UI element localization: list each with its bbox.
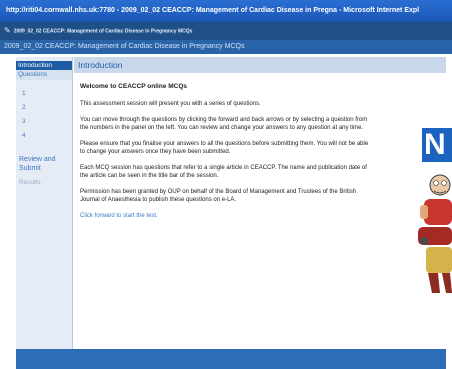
start-test-link[interactable]: Click forward to start the test. <box>80 212 370 220</box>
page-favicon-icon: ✎ <box>4 26 11 35</box>
intro-paragraph: Please ensure that you finalise your ans… <box>80 141 369 155</box>
cartoon-figure-icon <box>418 174 452 293</box>
sidebar: Introduction Questions 1 2 3 4 Review an… <box>16 57 73 349</box>
sidebar-question-4[interactable]: 4 <box>22 132 26 139</box>
intro-paragraph: This assessment session will present you… <box>80 101 261 107</box>
sidebar-questions-label: Questions <box>16 70 72 80</box>
status-bar <box>16 349 446 369</box>
intro-paragraph: You can move through the questions by cl… <box>80 117 368 131</box>
welcome-heading: Welcome to CEACCP online MCQs <box>80 83 188 90</box>
sidebar-results: Results <box>19 179 41 186</box>
sidebar-question-1[interactable]: 1 <box>22 90 26 97</box>
intro-text: Welcome to CEACCP online MCQs This asses… <box>80 83 370 228</box>
browser-tab[interactable]: ✎ 2009_02_02 CEACCP: Management of Cardia… <box>0 22 452 40</box>
page-subtitle: 2009_02_02 CEACCP: Management of Cardiac… <box>0 40 452 54</box>
banner-letter: N <box>422 128 452 162</box>
tab-label: 2009_02_02 CEACCP: Management of Cardiac… <box>13 28 193 35</box>
intro-paragraph: Each MCQ session has questions that refe… <box>80 165 367 179</box>
main-content: Welcome to CEACCP online MCQs This asses… <box>74 73 446 349</box>
page-title: Introduction <box>74 57 446 73</box>
sidebar-question-3[interactable]: 3 <box>22 118 26 125</box>
sidebar-item-introduction[interactable]: Introduction <box>16 61 72 70</box>
left-margin <box>0 54 16 369</box>
sidebar-review-submit[interactable]: Review and Submit <box>19 155 67 173</box>
intro-paragraph: Permission has been granted by OUP on be… <box>80 189 357 203</box>
window-title: http://riti04.cornwall.nhs.uk:7780 - 200… <box>0 0 452 22</box>
sidebar-question-2[interactable]: 2 <box>22 104 26 111</box>
